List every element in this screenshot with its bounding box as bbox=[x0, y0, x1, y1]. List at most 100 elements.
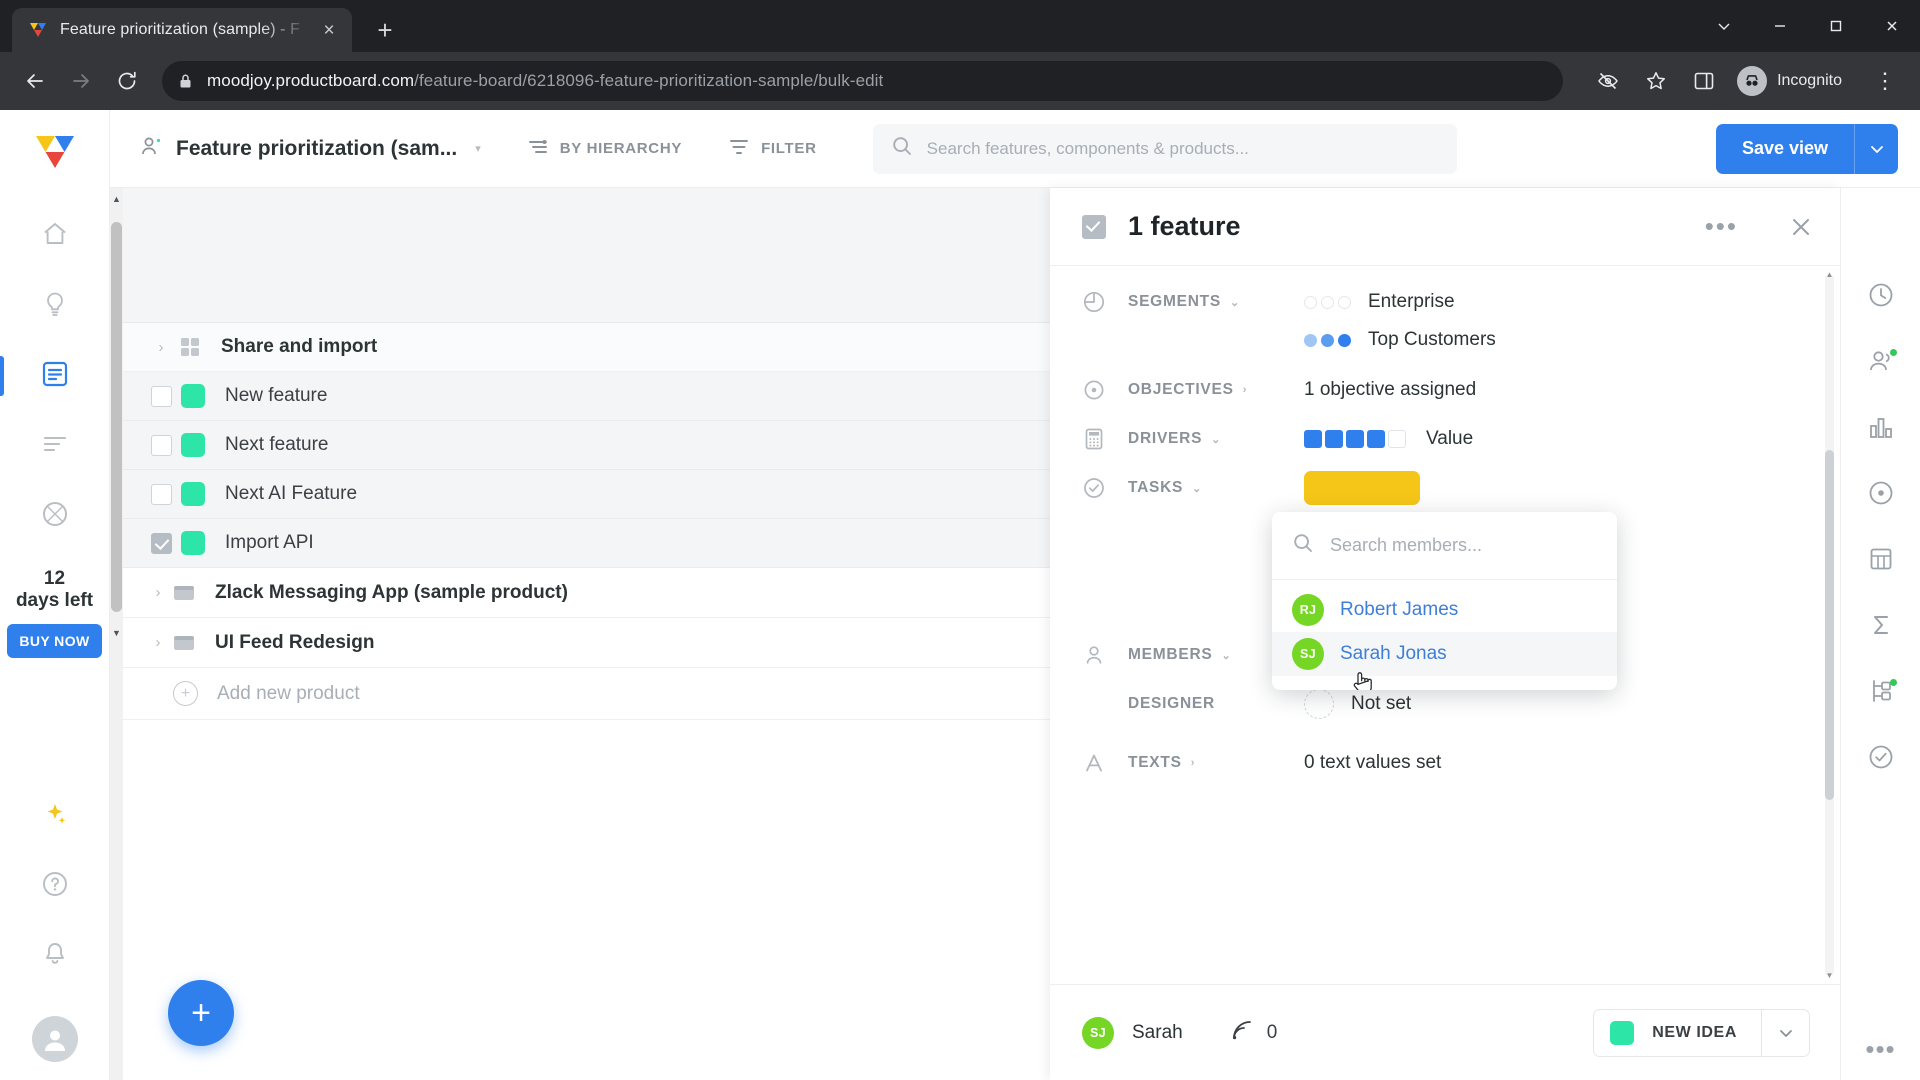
panel-scrollbar-thumb[interactable] bbox=[1825, 450, 1834, 800]
new-idea-caret-button[interactable] bbox=[1761, 1009, 1809, 1056]
new-idea-button[interactable]: NEW IDEA bbox=[1594, 1009, 1761, 1056]
sidebar-item-insights[interactable] bbox=[27, 278, 83, 334]
list-item-product[interactable]: › Zlack Messaging App (sample product) bbox=[123, 568, 1050, 618]
productboard-logo[interactable] bbox=[32, 128, 78, 174]
list-item-feature[interactable]: Next AI Feature bbox=[123, 470, 1050, 519]
star-icon[interactable] bbox=[1635, 60, 1677, 102]
tasks-value[interactable] bbox=[1304, 466, 1808, 510]
rail-item-history[interactable] bbox=[1858, 274, 1904, 320]
avatar[interactable]: SJ bbox=[1082, 1016, 1114, 1049]
rail-item-formula[interactable] bbox=[1858, 604, 1904, 650]
eye-slash-icon[interactable] bbox=[1587, 60, 1629, 102]
chevron-down-icon[interactable]: ⌄ bbox=[1221, 649, 1231, 662]
sidebar-item-ai[interactable] bbox=[27, 788, 83, 844]
chevron-down-icon[interactable]: ▾ bbox=[475, 142, 481, 155]
texts-value[interactable]: 0 text values set bbox=[1304, 741, 1808, 785]
chevron-down-icon[interactable]: ⌄ bbox=[1211, 433, 1221, 446]
home-icon bbox=[41, 220, 69, 253]
bar-chart-icon bbox=[1867, 413, 1895, 446]
chevron-down-icon[interactable]: ⌄ bbox=[1230, 296, 1240, 309]
rail-item-charts[interactable] bbox=[1858, 406, 1904, 452]
segment-score-dots bbox=[1304, 295, 1351, 309]
sidebar-item-home[interactable] bbox=[27, 208, 83, 264]
row-checkbox[interactable] bbox=[143, 483, 181, 505]
rail-item-checks[interactable] bbox=[1858, 736, 1904, 782]
panel-scroll-up-icon[interactable]: ▲ bbox=[1825, 270, 1834, 279]
maximize-icon[interactable] bbox=[1808, 0, 1864, 52]
reload-icon[interactable] bbox=[106, 60, 148, 102]
bulk-edit-panel: 1 feature ••• SEGMENTS ⌄ Enterprise Top … bbox=[1050, 188, 1840, 1080]
row-checkbox[interactable] bbox=[143, 434, 181, 456]
incognito-profile-button[interactable]: Incognito bbox=[1731, 61, 1858, 101]
list-item-product[interactable]: › UI Feed Redesign bbox=[123, 618, 1050, 668]
scroll-down-icon[interactable]: ▼ bbox=[110, 624, 123, 641]
add-new-product-row[interactable]: + Add new product bbox=[123, 668, 1050, 720]
sidebar-item-help[interactable] bbox=[27, 858, 83, 914]
search-input[interactable]: Search features, components & products..… bbox=[872, 123, 1457, 174]
objectives-value[interactable]: 1 objective assigned bbox=[1304, 368, 1808, 412]
list-scrollbar[interactable]: ▲ ▼ bbox=[110, 188, 123, 1080]
sidebar-item-objectives[interactable] bbox=[27, 488, 83, 544]
chevron-right-icon[interactable]: › bbox=[143, 584, 173, 601]
rail-item-dependencies[interactable] bbox=[1858, 670, 1904, 716]
panel-scroll-down-icon[interactable]: ▼ bbox=[1825, 971, 1834, 980]
list-item-label: Next feature bbox=[225, 434, 329, 455]
rail-item-status[interactable] bbox=[1858, 472, 1904, 518]
member-option-hovered[interactable]: SJ Sarah Jonas bbox=[1272, 632, 1617, 676]
chevron-down-icon[interactable]: ⌄ bbox=[1192, 482, 1202, 495]
panel-scrollbar[interactable]: ▲ ▼ bbox=[1825, 270, 1834, 980]
rail-more-icon[interactable]: ••• bbox=[1865, 1035, 1895, 1080]
more-options-icon[interactable]: ••• bbox=[1705, 213, 1738, 239]
signal-group[interactable]: 0 bbox=[1231, 1019, 1277, 1047]
chevron-right-icon[interactable]: › bbox=[143, 339, 179, 356]
member-search-input[interactable]: Search members... bbox=[1272, 512, 1617, 580]
back-icon[interactable] bbox=[14, 60, 56, 102]
save-view-button[interactable]: Save view bbox=[1715, 123, 1854, 174]
new-tab-button[interactable]: + bbox=[366, 11, 404, 49]
segment-value-top-customers[interactable]: Top Customers bbox=[1304, 318, 1808, 362]
list-item-feature-selected[interactable]: Import API bbox=[123, 519, 1050, 568]
avatar[interactable] bbox=[31, 1016, 78, 1062]
list-item-feature[interactable]: Next feature bbox=[123, 421, 1050, 470]
sidebar-item-roadmap[interactable] bbox=[27, 418, 83, 474]
board-selector[interactable]: Feature prioritization (sam... ▾ bbox=[140, 134, 481, 163]
field-objectives[interactable]: OBJECTIVES › 1 objective assigned bbox=[1050, 368, 1840, 417]
member-option[interactable]: RJ Robert James bbox=[1272, 588, 1617, 632]
close-icon[interactable]: × bbox=[316, 17, 342, 43]
forward-icon[interactable] bbox=[60, 60, 102, 102]
list-item-feature[interactable]: New feature bbox=[123, 372, 1050, 421]
chevron-right-icon[interactable]: › bbox=[1243, 384, 1247, 396]
filter-button[interactable]: FILTER bbox=[728, 136, 817, 162]
drivers-value[interactable]: Value bbox=[1304, 417, 1808, 461]
sidebar-item-notifications[interactable] bbox=[27, 928, 83, 984]
new-idea-group: NEW IDEA bbox=[1593, 1008, 1810, 1057]
field-segments[interactable]: SEGMENTS ⌄ Enterprise Top Customers bbox=[1050, 280, 1840, 368]
create-button[interactable]: + bbox=[168, 980, 234, 1046]
buy-now-button[interactable]: BUY NOW bbox=[7, 623, 102, 658]
close-window-icon[interactable] bbox=[1864, 0, 1920, 52]
scrollbar-thumb[interactable] bbox=[111, 222, 122, 612]
browser-tab[interactable]: Feature prioritization (sample) - F × bbox=[12, 8, 352, 52]
scroll-up-icon[interactable]: ▲ bbox=[110, 190, 123, 207]
list-item-group[interactable]: › Share and import bbox=[123, 323, 1050, 372]
browser-window: Feature prioritization (sample) - F × + bbox=[0, 0, 1920, 1080]
rail-item-data[interactable] bbox=[1858, 538, 1904, 584]
chevron-right-icon[interactable]: › bbox=[1191, 757, 1195, 769]
browser-menu-icon[interactable]: ⋮ bbox=[1864, 60, 1906, 102]
field-texts[interactable]: TEXTS › 0 text values set bbox=[1050, 741, 1840, 790]
minimize-icon[interactable] bbox=[1752, 0, 1808, 52]
by-hierarchy-button[interactable]: BY HIERARCHY bbox=[527, 136, 682, 162]
save-view-caret-button[interactable] bbox=[1854, 123, 1898, 174]
field-tasks[interactable]: TASKS ⌄ bbox=[1050, 466, 1840, 515]
sidebar-item-features[interactable] bbox=[0, 348, 83, 404]
side-panel-icon[interactable] bbox=[1683, 60, 1725, 102]
chevron-right-icon[interactable]: › bbox=[143, 634, 173, 651]
field-drivers[interactable]: DRIVERS ⌄ Value bbox=[1050, 417, 1840, 466]
row-checkbox[interactable] bbox=[143, 385, 181, 407]
close-panel-icon[interactable] bbox=[1788, 214, 1814, 240]
chevron-down-icon[interactable] bbox=[1696, 0, 1752, 52]
rail-item-users[interactable] bbox=[1858, 340, 1904, 386]
panel-select-all-checkbox[interactable] bbox=[1082, 214, 1106, 239]
row-checkbox-checked[interactable] bbox=[143, 532, 181, 554]
address-bar[interactable]: moodjoy.productboard.com/feature-board/6… bbox=[162, 61, 1564, 101]
